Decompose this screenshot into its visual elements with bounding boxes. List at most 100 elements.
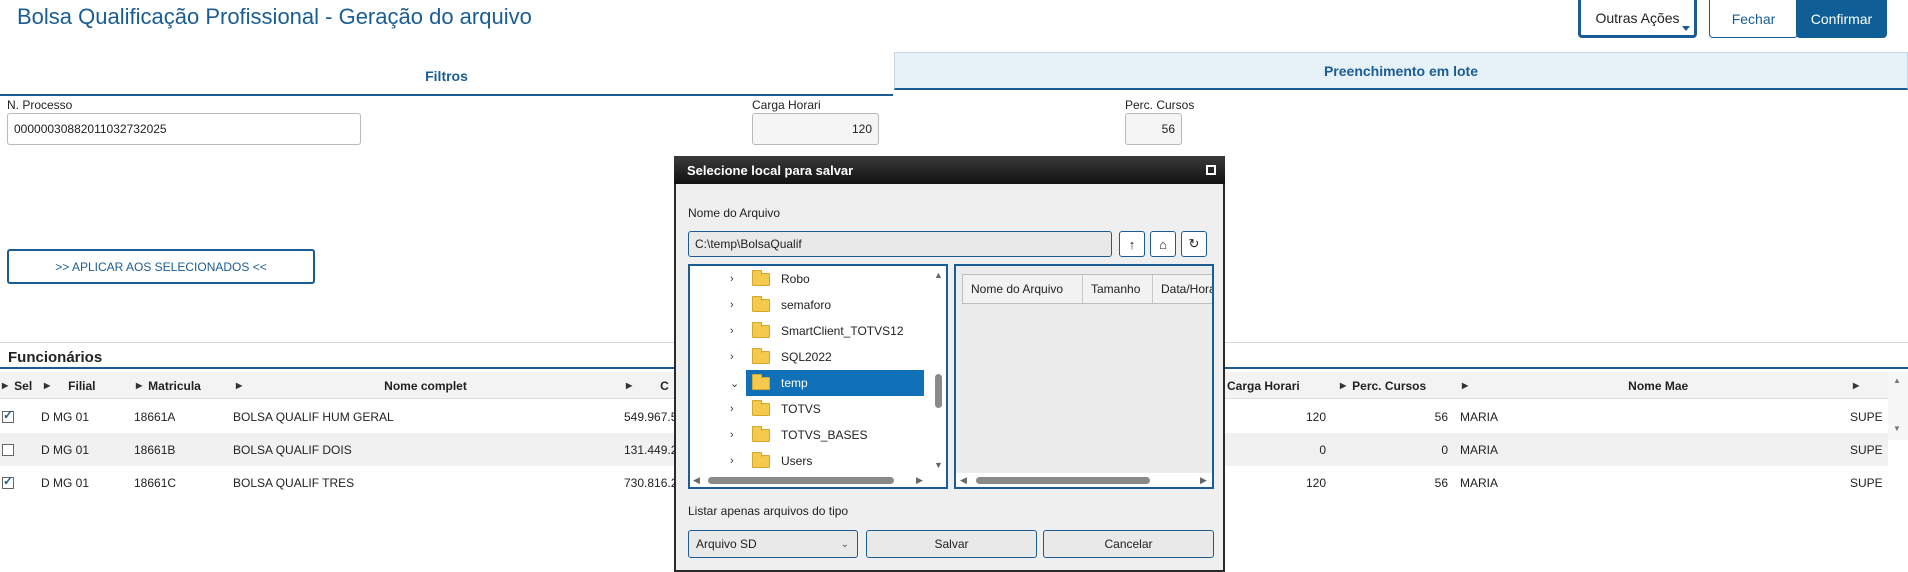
- chevron-right-icon[interactable]: ›: [730, 273, 734, 285]
- chevron-right-icon[interactable]: ›: [730, 403, 734, 415]
- cell-mae: MARIA: [1460, 442, 1499, 457]
- aplicar-selecionados-button[interactable]: >> APLICAR AOS SELECIONADOS <<: [7, 249, 315, 284]
- home-icon: ⌂: [1159, 236, 1167, 252]
- sort-arrow-icon: ▶: [1340, 381, 1347, 390]
- file-type-select[interactable]: Arquivo SD ⌄: [688, 530, 858, 558]
- tree-item-smartclient[interactable]: › SmartClient_TOTVS12: [690, 318, 946, 344]
- perc-input[interactable]: 56: [1125, 113, 1182, 145]
- col-nome-arquivo[interactable]: Nome do Arquivo: [963, 275, 1083, 303]
- refresh-button[interactable]: ↻: [1181, 231, 1207, 257]
- scroll-right-icon[interactable]: ▶: [916, 475, 923, 486]
- refresh-icon: ↻: [1188, 236, 1200, 251]
- scroll-right-icon[interactable]: ▶: [1200, 475, 1207, 486]
- cell-valor: 730.816.2: [624, 475, 674, 490]
- fechar-button[interactable]: Fechar: [1709, 0, 1798, 38]
- cell-carga: 120: [1305, 409, 1326, 424]
- sort-arrow-icon: ▶: [2, 381, 9, 390]
- cell-extra: SUPE: [1850, 442, 1883, 457]
- tree-horizontal-scrollbar[interactable]: ◀ ▶: [690, 473, 946, 487]
- tab-preenchimento-lote[interactable]: Preenchimento em lote: [894, 52, 1908, 90]
- col-c[interactable]: ▶ C: [626, 372, 669, 399]
- folder-icon: [752, 270, 770, 286]
- checkbox-checked[interactable]: [2, 474, 14, 489]
- col-carga[interactable]: Carga Horari: [1227, 372, 1300, 399]
- row-checkbox[interactable]: [2, 433, 14, 466]
- save-location-dialog: Selecione local para salvar Nome do Arqu…: [674, 156, 1225, 572]
- file-path-input[interactable]: C:\temp\BolsaQualif: [688, 231, 1112, 257]
- cell-extra: SUPE: [1850, 475, 1883, 490]
- file-list[interactable]: Nome do Arquivo Tamanho Data/Hora ◀ ▶: [954, 264, 1214, 489]
- perc-label: Perc. Cursos: [1125, 98, 1195, 112]
- col-filial[interactable]: ▶ Filial: [44, 372, 96, 399]
- tree-item-totvs[interactable]: › TOTVS: [690, 396, 946, 422]
- cell-filial: D MG 01: [41, 442, 90, 457]
- save-button[interactable]: Salvar: [866, 530, 1037, 558]
- folder-icon: [752, 426, 770, 442]
- file-name-label: Nome do Arquivo: [688, 206, 781, 220]
- folder-icon: [752, 296, 770, 312]
- col-nome[interactable]: ▶ Nome complet: [236, 372, 467, 399]
- cancel-button[interactable]: Cancelar: [1043, 530, 1214, 558]
- scroll-up-icon[interactable]: ▲: [934, 270, 943, 280]
- carga-input[interactable]: 120: [752, 113, 879, 145]
- grid-vertical-scrollbar[interactable]: ▲ ▼: [1888, 372, 1908, 440]
- row-checkbox[interactable]: [2, 466, 14, 499]
- col-matricula[interactable]: ▶ Matricula: [136, 372, 201, 399]
- outras-acoes-button[interactable]: Outras Ações: [1578, 0, 1697, 38]
- col-sel[interactable]: ▶ Sel: [2, 372, 32, 399]
- sort-arrow-icon: ▶: [626, 381, 633, 390]
- scroll-up-icon[interactable]: ▲: [1893, 376, 1901, 385]
- cell-filial: D MG 01: [41, 409, 90, 424]
- up-folder-button[interactable]: ↑: [1119, 231, 1145, 257]
- confirmar-button[interactable]: Confirmar: [1796, 0, 1887, 38]
- cell-mae: MARIA: [1460, 475, 1499, 490]
- folder-tree[interactable]: › Robo › semaforo › SmartClient_TOTVS12 › SQ…: [688, 264, 948, 489]
- cell-carga: 120: [1305, 475, 1326, 490]
- row-checkbox[interactable]: [2, 400, 14, 433]
- chevron-down-icon[interactable]: ⌄: [730, 377, 739, 390]
- col-next[interactable]: ▶: [1853, 372, 1865, 399]
- file-list-horizontal-scrollbar[interactable]: ◀ ▶: [956, 473, 1212, 487]
- checkbox-checked[interactable]: [2, 408, 14, 423]
- checkbox-unchecked[interactable]: [2, 443, 14, 456]
- tree-item-semaforo[interactable]: › semaforo: [690, 292, 946, 318]
- cell-matricula: 18661A: [134, 409, 176, 424]
- cell-carga: 0: [1319, 442, 1326, 457]
- chevron-right-icon[interactable]: ›: [730, 455, 734, 467]
- tree-item-robo[interactable]: › Robo: [690, 266, 946, 292]
- col-data-hora[interactable]: Data/Hora: [1153, 275, 1212, 303]
- scroll-left-icon[interactable]: ◀: [693, 475, 700, 486]
- col-tamanho[interactable]: Tamanho: [1083, 275, 1153, 303]
- cell-matricula: 18661C: [134, 475, 177, 490]
- chevron-right-icon[interactable]: ›: [730, 325, 734, 337]
- tab-filtros[interactable]: Filtros: [0, 58, 893, 96]
- scroll-left-icon[interactable]: ◀: [960, 475, 967, 486]
- tree-item-totvs-bases[interactable]: › TOTVS_BASES: [690, 422, 946, 448]
- chevron-right-icon[interactable]: ›: [730, 351, 734, 363]
- sort-arrow-icon: ▶: [1853, 381, 1860, 390]
- tree-item-temp[interactable]: ⌄ temp: [690, 370, 946, 396]
- scroll-thumb[interactable]: [976, 477, 1150, 484]
- tree-item-users[interactable]: › Users: [690, 448, 946, 474]
- home-button[interactable]: ⌂: [1150, 231, 1176, 257]
- caret-down-icon: [1682, 26, 1690, 31]
- maximize-icon[interactable]: [1206, 165, 1216, 175]
- col-perc[interactable]: ▶ Perc. Cursos: [1340, 372, 1426, 399]
- tab-bar: Filtros Preenchimento em lote: [0, 52, 1908, 96]
- folder-icon: [752, 400, 770, 416]
- scroll-thumb[interactable]: [935, 374, 942, 408]
- chevron-down-icon: ⌄: [840, 539, 849, 550]
- tree-item-sql2022[interactable]: › SQL2022: [690, 344, 946, 370]
- scroll-thumb[interactable]: [708, 477, 894, 484]
- chevron-right-icon[interactable]: ›: [730, 299, 734, 311]
- processo-input[interactable]: 00000030882011032732025: [7, 113, 361, 145]
- page-title: Bolsa Qualificação Profissional - Geraçã…: [17, 4, 532, 29]
- scroll-down-icon[interactable]: ▼: [934, 460, 943, 470]
- chevron-right-icon[interactable]: ›: [730, 429, 734, 441]
- outras-acoes-label: Outras Ações: [1595, 9, 1680, 26]
- cell-nome: BOLSA QUALIF DOIS: [233, 442, 352, 457]
- sort-arrow-icon: ▶: [44, 381, 51, 390]
- tree-vertical-scrollbar[interactable]: ▲ ▼: [934, 270, 944, 470]
- col-mae[interactable]: ▶ Nome Mae: [1462, 372, 1688, 399]
- scroll-down-icon[interactable]: ▼: [1893, 424, 1901, 433]
